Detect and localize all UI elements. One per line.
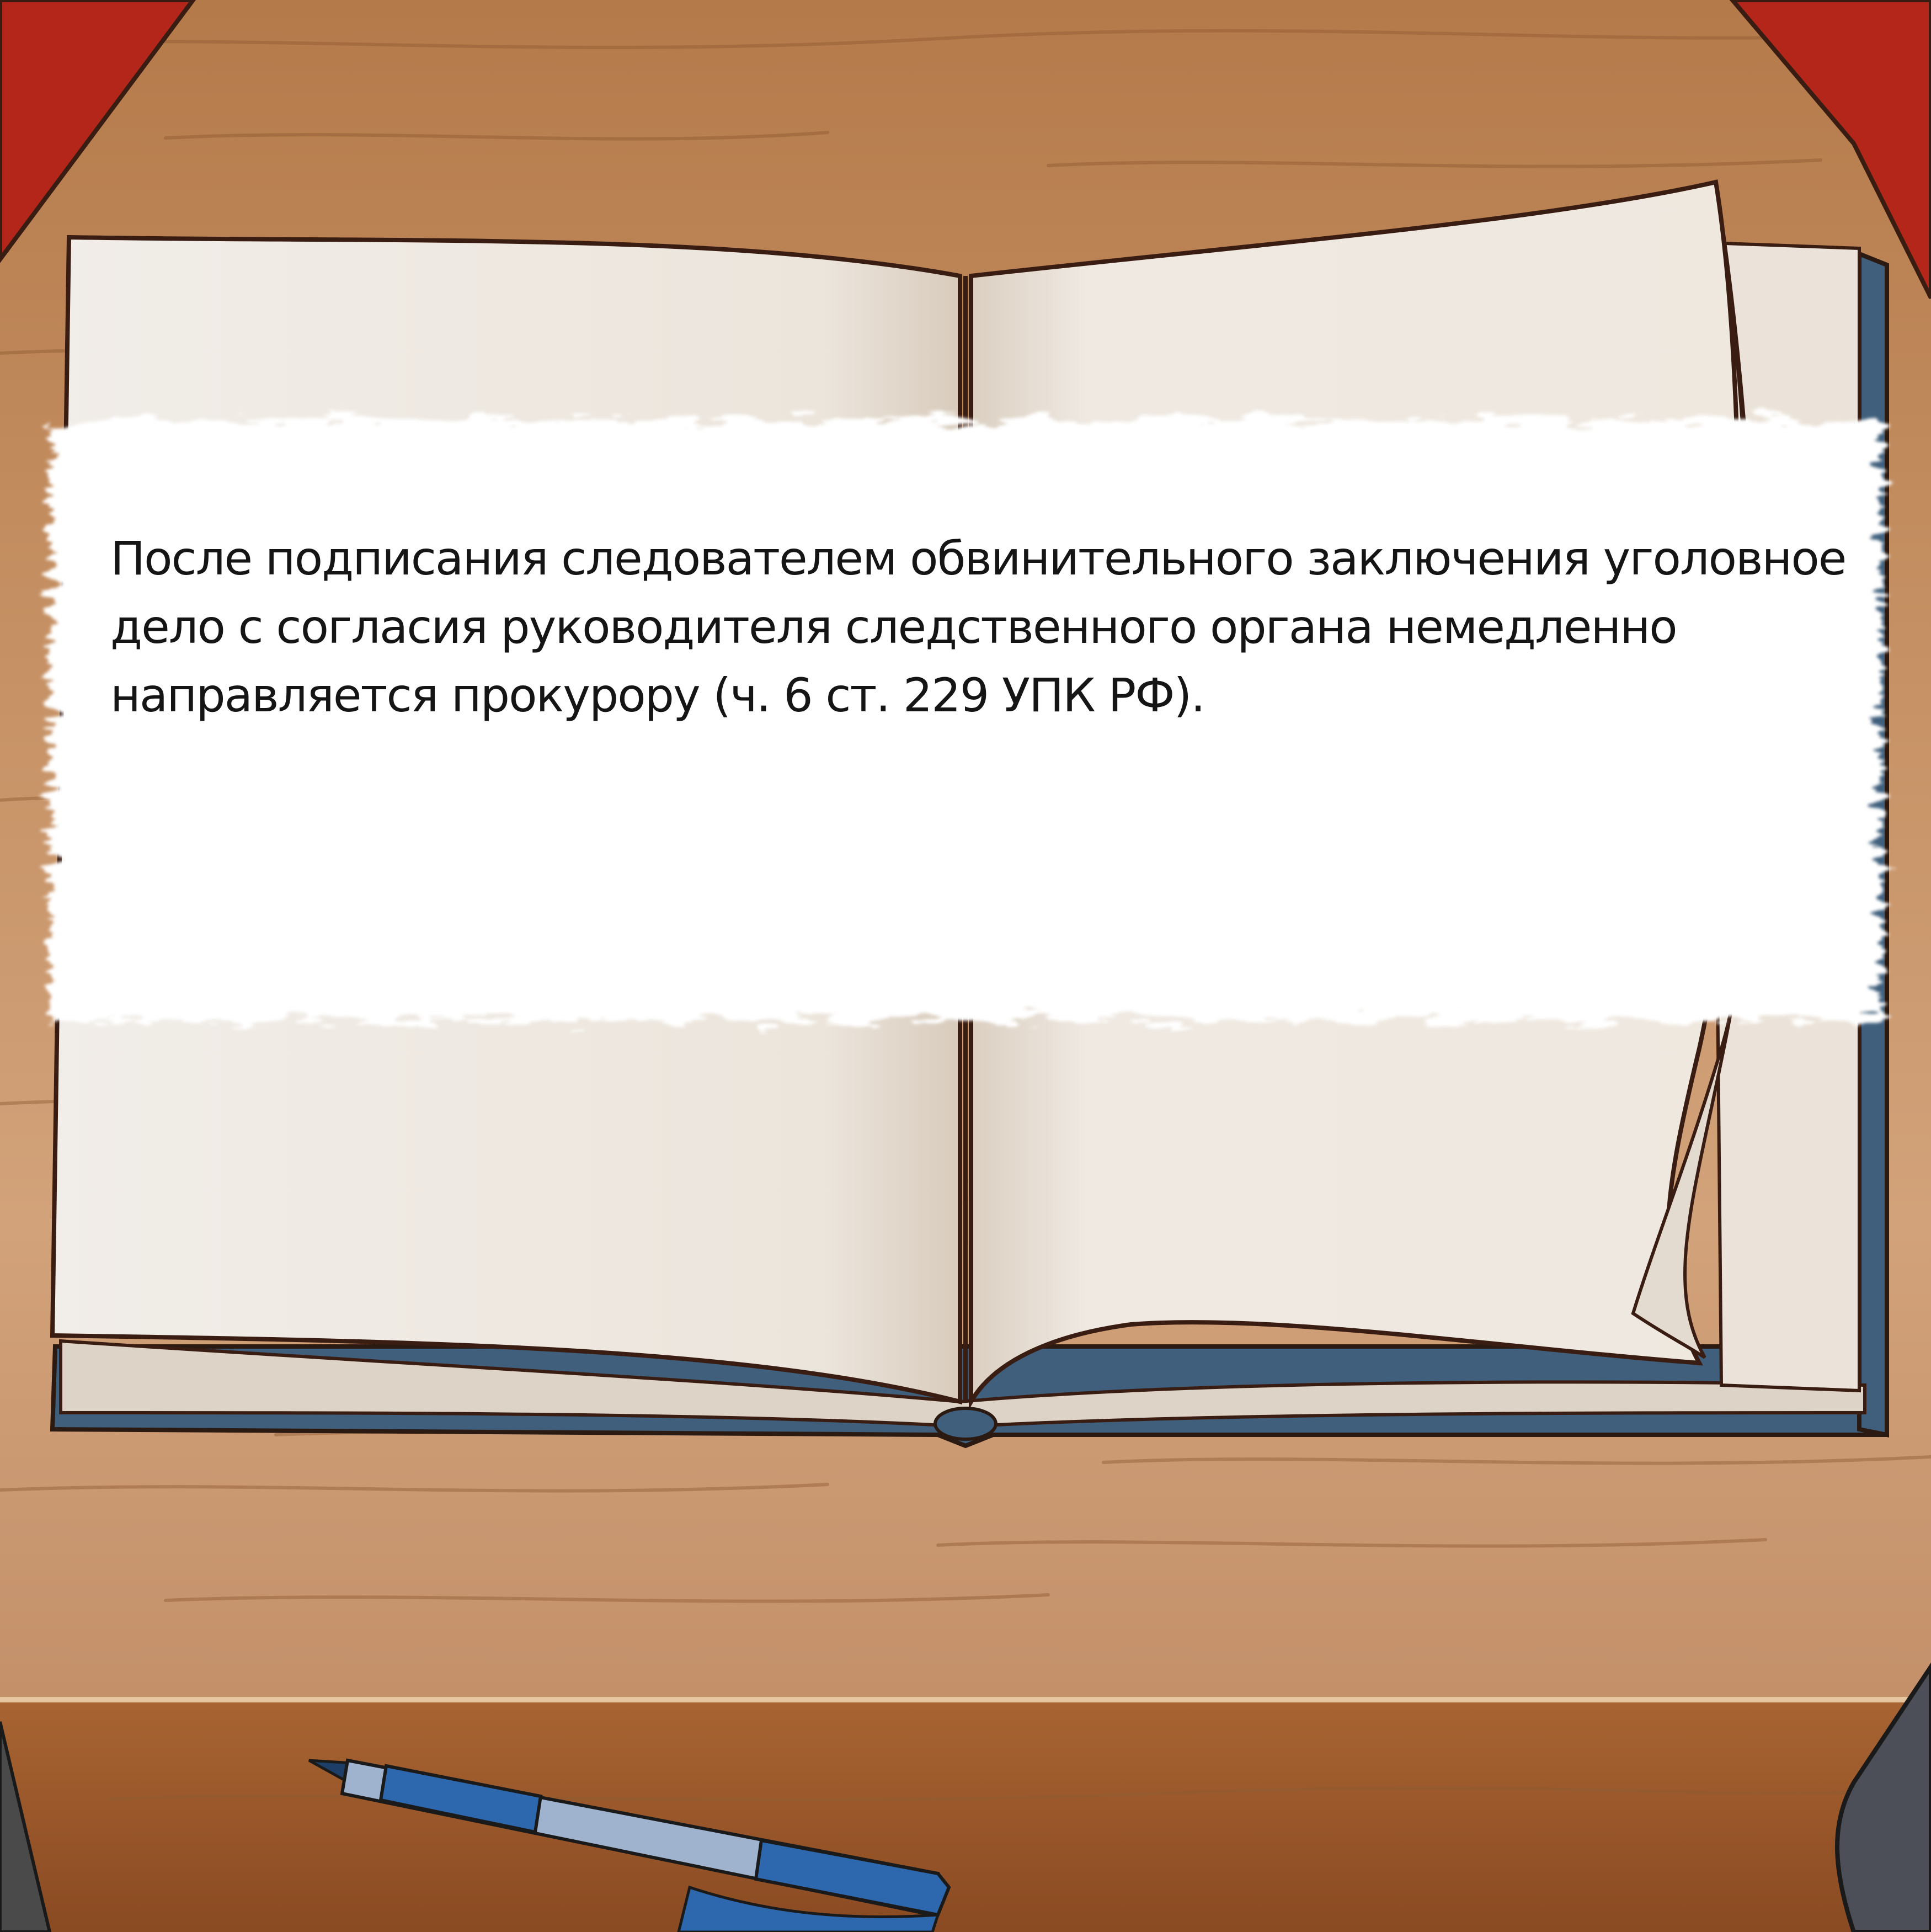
book-spine-knob <box>934 1407 997 1441</box>
desk-edge <box>0 1700 1931 1932</box>
illustration-art <box>0 0 1931 1932</box>
illustration-scene: После подписания следователем обвинитель… <box>0 0 1931 1932</box>
caption-text: После подписания следователем обвинитель… <box>110 531 1847 722</box>
